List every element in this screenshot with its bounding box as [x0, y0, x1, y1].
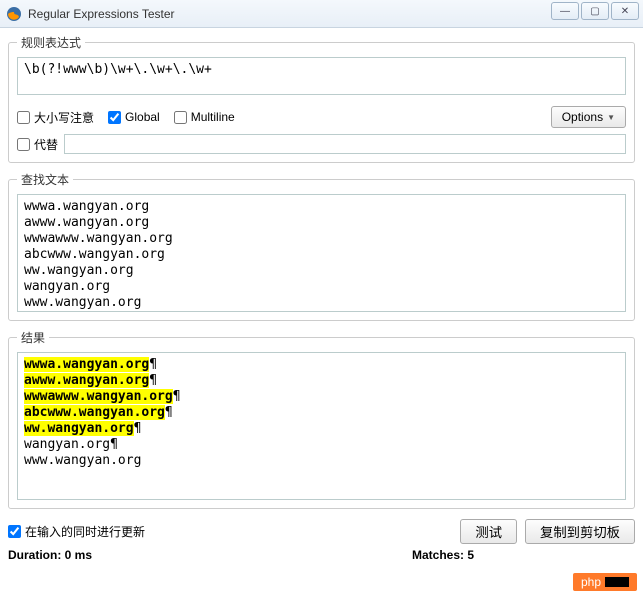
replace-input-checkbox[interactable] [17, 138, 30, 151]
replace-label: 代替 [34, 136, 58, 153]
minimize-button[interactable]: — [551, 2, 579, 20]
window-controls: — ▢ ✕ [551, 2, 639, 20]
titlebar: Regular Expressions Tester — ▢ ✕ [0, 0, 643, 28]
footer-controls: 在输入的同时进行更新 测试 复制到剪切板 [0, 517, 643, 544]
match-highlight: ww.wangyan.org [24, 421, 134, 436]
maximize-button[interactable]: ▢ [581, 2, 609, 20]
case-sensitive-checkbox[interactable]: 大小写注意 [17, 109, 94, 126]
search-text-input[interactable]: wwwa.wangyan.org awww.wangyan.org wwwaww… [17, 194, 626, 312]
match-highlight: awww.wangyan.org [24, 373, 149, 388]
watermark-block [605, 577, 629, 587]
copy-button[interactable]: 复制到剪切板 [525, 519, 635, 544]
global-input[interactable] [108, 111, 121, 124]
result-line: wangyan.org¶ [24, 437, 619, 453]
watermark: php [573, 573, 637, 591]
result-line: ww.wangyan.org¶ [24, 421, 619, 437]
regex-group: 规则表达式 \b(?!www\b)\w+\.\w+\.\w+ 大小写注意 Glo… [8, 34, 635, 163]
window-title: Regular Expressions Tester [28, 7, 175, 21]
result-line: wwwawww.wangyan.org¶ [24, 389, 619, 405]
multiline-checkbox[interactable]: Multiline [174, 110, 235, 124]
regex-options-row: 大小写注意 Global Multiline Options ▼ [17, 106, 626, 128]
replace-checkbox[interactable]: 代替 [17, 136, 58, 153]
multiline-input[interactable] [174, 111, 187, 124]
result-line: awww.wangyan.org¶ [24, 373, 619, 389]
result-rest: ¶ [134, 421, 142, 436]
content: 规则表达式 \b(?!www\b)\w+\.\w+\.\w+ 大小写注意 Glo… [0, 28, 643, 509]
results-legend: 结果 [17, 329, 49, 346]
result-rest: ¶ [149, 373, 157, 388]
match-highlight: wwwawww.wangyan.org [24, 389, 173, 404]
search-text-legend: 查找文本 [17, 171, 73, 188]
duration-label: Duration: 0 ms [8, 548, 92, 562]
case-sensitive-input[interactable] [17, 111, 30, 124]
result-line: wwwa.wangyan.org¶ [24, 357, 619, 373]
results-group: 结果 wwwa.wangyan.org¶awww.wangyan.org¶www… [8, 329, 635, 509]
case-sensitive-label: 大小写注意 [34, 109, 94, 126]
auto-update-checkbox[interactable]: 在输入的同时进行更新 [8, 523, 145, 540]
multiline-label: Multiline [191, 110, 235, 124]
chevron-down-icon: ▼ [607, 113, 615, 122]
result-line: www.wangyan.org [24, 453, 619, 469]
auto-update-label: 在输入的同时进行更新 [25, 523, 145, 540]
result-line: abcwww.wangyan.org¶ [24, 405, 619, 421]
options-button[interactable]: Options ▼ [551, 106, 626, 128]
search-text-group: 查找文本 wwwa.wangyan.org awww.wangyan.org w… [8, 171, 635, 321]
result-rest: ¶ [173, 389, 181, 404]
close-button[interactable]: ✕ [611, 2, 639, 20]
result-rest: www.wangyan.org [24, 453, 141, 468]
global-checkbox[interactable]: Global [108, 110, 160, 124]
result-rest: ¶ [149, 357, 157, 372]
watermark-text: php [581, 575, 601, 589]
regex-input[interactable]: \b(?!www\b)\w+\.\w+\.\w+ [17, 57, 626, 95]
status-bar: Duration: 0 ms Matches: 5 [0, 544, 643, 566]
replace-input[interactable] [64, 134, 626, 154]
test-button[interactable]: 测试 [460, 519, 517, 544]
results-output[interactable]: wwwa.wangyan.org¶awww.wangyan.org¶wwwaww… [17, 352, 626, 500]
result-rest: ¶ [165, 405, 173, 420]
replace-row: 代替 [17, 134, 626, 154]
regex-legend: 规则表达式 [17, 34, 85, 51]
matches-label: Matches: 5 [412, 548, 474, 562]
match-highlight: abcwww.wangyan.org [24, 405, 165, 420]
global-label: Global [125, 110, 160, 124]
result-rest: wangyan.org¶ [24, 437, 118, 452]
options-label: Options [562, 110, 603, 124]
auto-update-input[interactable] [8, 525, 21, 538]
match-highlight: wwwa.wangyan.org [24, 357, 149, 372]
firefox-icon [6, 6, 22, 22]
